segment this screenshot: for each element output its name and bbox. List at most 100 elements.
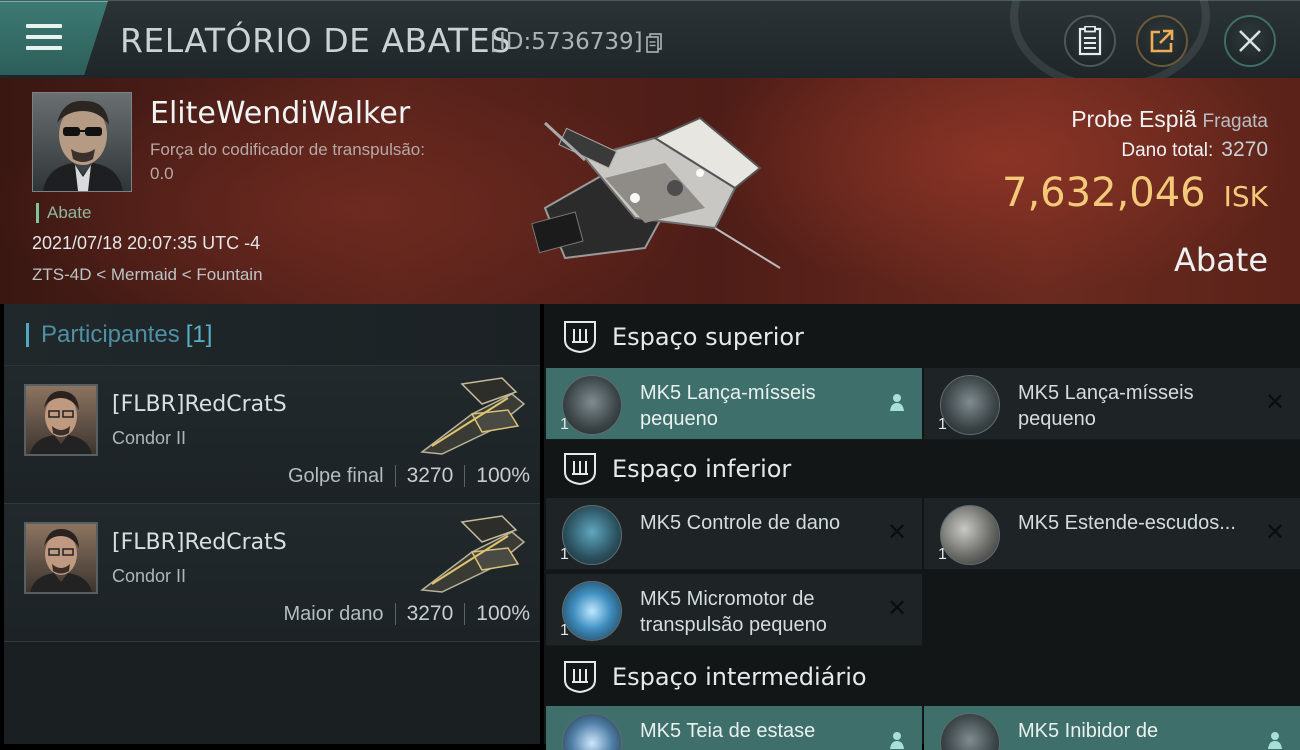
low-slot-label: Espaço inferior [612, 455, 792, 483]
participant-damage: 3270 [406, 602, 454, 625]
victim-ship-name[interactable]: Probe Espiã Fragata [1071, 106, 1268, 133]
total-damage-label: Dano total: [1121, 140, 1214, 161]
divider [394, 603, 396, 625]
share-icon [1150, 29, 1174, 53]
module-quantity: 1 [938, 416, 947, 433]
module-item[interactable]: 1 MK5 Inibidor de [924, 706, 1300, 750]
participant-ship: Condor II [112, 566, 187, 586]
avatar [43, 100, 123, 191]
module-item[interactable]: 1 MK5 Controle de dano ✕ [546, 498, 922, 570]
module-name: MK5 Lança-mísseis pequeno [640, 382, 816, 430]
ship-class: Fragata [1202, 111, 1268, 132]
participant-ship-image[interactable] [412, 374, 532, 458]
participant-percent: 100% [476, 602, 530, 625]
kill-location[interactable]: ZTS-4D < Mermaid < Fountain [32, 265, 263, 285]
stasis-webifier-icon [562, 713, 622, 750]
title-bar: RELATÓRIO DE ABATES [ID:5736739] [0, 0, 1300, 91]
low-slot-header: Espaço inferior [544, 438, 1300, 500]
total-damage: Dano total: 3270 [1121, 138, 1268, 162]
participant-ship-image[interactable] [412, 512, 532, 596]
avatar [30, 528, 92, 592]
module-name: MK5 Controle de dano [640, 512, 841, 534]
module-name: MK5 Inibidor de [1018, 720, 1159, 742]
participants-panel: Participantes [1] [FLBR]RedCratS Condor … [4, 304, 540, 744]
participant-role: Golpe final [287, 464, 384, 487]
mid-slot-header: Espaço intermediário [544, 646, 1300, 708]
victim-portrait[interactable] [32, 92, 132, 192]
isk-value: 7,632,046 ISK [1002, 170, 1268, 216]
person-icon [886, 392, 908, 414]
person-icon [886, 730, 908, 750]
module-item[interactable]: 1 MK5 Lança-mísseis pequeno ✕ [924, 368, 1300, 440]
high-slot-label: Espaço superior [612, 323, 804, 351]
victim-name[interactable]: EliteWendiWalker [150, 96, 410, 131]
kill-datetime: 2021/07/18 20:07:35 UTC -4 [32, 233, 261, 253]
module-item[interactable]: 1 MK5 Lança-mísseis pequeno [546, 368, 922, 440]
participant-stats: Maior dano 3270 100% [283, 602, 530, 626]
close-button[interactable] [1224, 15, 1276, 67]
divider [464, 603, 466, 625]
divider [464, 465, 466, 487]
warp-strength-value: 0.0 [150, 164, 174, 183]
warp-strength-label: Força do codificador de transpulsão: [150, 140, 425, 159]
person-icon [1264, 730, 1286, 750]
participant-stats: Golpe final 3270 100% [288, 464, 530, 488]
module-quantity: 1 [938, 546, 947, 563]
participant-row[interactable]: [FLBR]RedCratS Condor II Maior dano 3270… [4, 504, 540, 642]
kill-id: [ID:5736739] [490, 29, 643, 55]
participants-label: Participantes [41, 320, 180, 348]
copy-icon[interactable] [646, 33, 662, 53]
header-accent-bar [26, 322, 29, 347]
isk-amount: 7,632,046 [1002, 170, 1206, 216]
x-icon: ✕ [1264, 519, 1286, 546]
report-button[interactable] [1064, 15, 1116, 67]
mid-slot-label: Espaço intermediário [612, 663, 867, 691]
damage-control-icon [562, 505, 622, 565]
high-slot-icon [564, 321, 596, 354]
participant-role: Maior dano [283, 602, 384, 625]
module-item[interactable]: 1 MK5 Teia de estase [546, 706, 922, 750]
module-item[interactable]: 1 MK5 Estende-escudos... ✕ [924, 498, 1300, 570]
low-slot-icon [564, 453, 596, 486]
x-icon: ✕ [1264, 389, 1286, 416]
module-quantity: 1 [560, 416, 569, 433]
module-item[interactable]: 1 MK5 Micromotor de transpulsão pequeno … [546, 574, 922, 646]
clipboard-icon [1078, 26, 1102, 56]
close-icon [1239, 30, 1261, 52]
module-name: MK5 Teia de estase [640, 720, 816, 742]
module-quantity: 1 [560, 546, 569, 563]
missile-launcher-icon [940, 375, 1000, 435]
participants-count: [1] [185, 320, 213, 348]
participant-avatar[interactable] [24, 384, 98, 456]
participant-percent: 100% [476, 464, 530, 487]
participant-ship: Condor II [112, 428, 187, 448]
module-name: MK5 Micromotor de transpulsão pequeno [640, 588, 827, 636]
x-icon: ✕ [886, 595, 908, 622]
participants-header: Participantes [1] [4, 304, 540, 366]
kill-result: Abate [1173, 241, 1268, 279]
total-damage-value: 3270 [1221, 138, 1268, 161]
high-slot-header: Espaço superior [544, 306, 1300, 368]
module-name: MK5 Estende-escudos... [1018, 512, 1236, 534]
warp-disruptor-icon [940, 713, 1000, 750]
isk-unit: ISK [1223, 180, 1268, 213]
hamburger-menu-icon[interactable] [26, 24, 62, 52]
participant-row[interactable]: [FLBR]RedCratS Condor II Golpe final 327… [4, 366, 540, 504]
page-title: RELATÓRIO DE ABATES [120, 21, 512, 60]
participant-damage: 3270 [406, 464, 454, 487]
missile-launcher-icon [562, 375, 622, 435]
x-icon: ✕ [886, 519, 908, 546]
menu-button[interactable] [0, 1, 108, 75]
share-button[interactable] [1136, 15, 1188, 67]
avatar [30, 390, 92, 454]
mid-slot-icon [564, 661, 596, 694]
divider [394, 465, 396, 487]
participant-name[interactable]: [FLBR]RedCratS [112, 530, 287, 555]
participant-name[interactable]: [FLBR]RedCratS [112, 392, 287, 417]
module-name: MK5 Lança-mísseis pequeno [1018, 382, 1194, 430]
victim-ship-image[interactable] [525, 98, 790, 273]
kill-type-tag: Abate [36, 203, 91, 223]
participant-avatar[interactable] [24, 522, 98, 594]
ship-type-name: Probe Espiã [1071, 106, 1197, 132]
victim-banner: EliteWendiWalker Força do codificador de… [0, 78, 1300, 304]
